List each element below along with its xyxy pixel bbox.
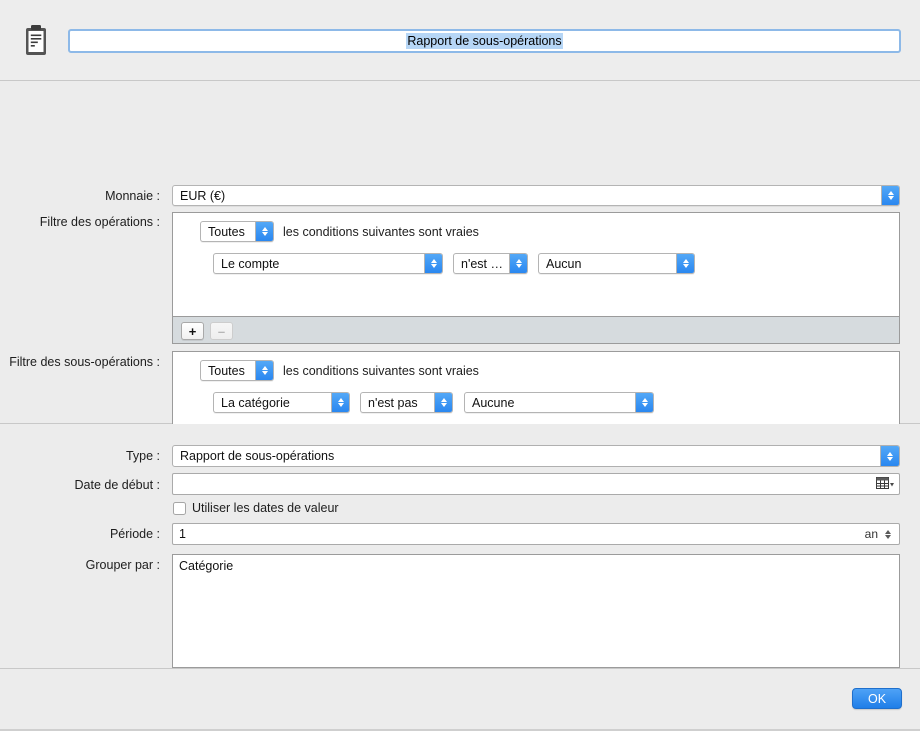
operations-condition-operator-value: n'est pas	[461, 256, 509, 271]
operations-match-value: Toutes	[208, 224, 245, 239]
group-by-listbox[interactable]: Catégorie	[172, 554, 900, 668]
filters-section: Monnaie : EUR (€) Filtre des opérations …	[0, 81, 920, 483]
chevron-updown-icon[interactable]	[509, 254, 527, 273]
chevron-updown-icon[interactable]	[676, 254, 694, 273]
suboperations-condition1-operator-value: n'est pas	[368, 395, 418, 410]
dialog-footer: OK	[0, 669, 920, 731]
suboperations-match-suffix: les conditions suivantes sont vraies	[283, 364, 479, 378]
chevron-updown-icon[interactable]	[881, 186, 899, 205]
period-value: 1	[179, 527, 186, 541]
type-value: Rapport de sous-opérations	[180, 449, 335, 463]
operations-filter-panel: Toutes les conditions suivantes sont vra…	[172, 212, 900, 344]
suboperations-condition1-field-popup[interactable]: La catégorie	[213, 392, 350, 413]
chevron-updown-icon[interactable]	[434, 393, 452, 412]
type-popup[interactable]: Rapport de sous-opérations	[172, 445, 900, 467]
suboperations-condition1-value-popup[interactable]: Aucune	[464, 392, 654, 413]
use-value-dates-checkbox[interactable]	[173, 501, 186, 515]
list-item[interactable]: Catégorie	[173, 555, 899, 573]
report-clipboard-icon	[26, 25, 46, 55]
chevron-updown-icon[interactable]	[424, 254, 442, 273]
suboperations-filter-label: Filtre des sous-opérations :	[9, 355, 160, 369]
operations-condition-field-popup[interactable]: Le compte	[213, 253, 443, 274]
currency-label: Monnaie :	[105, 189, 160, 203]
ok-button[interactable]: OK	[852, 688, 902, 709]
operations-filter-label: Filtre des opérations :	[39, 215, 160, 229]
operations-match-popup[interactable]: Toutes	[200, 221, 274, 242]
operations-condition-value: Aucun	[546, 256, 582, 271]
chevron-updown-icon[interactable]	[635, 393, 653, 412]
period-label: Période :	[109, 527, 160, 541]
operations-condition-value-popup[interactable]: Aucun	[538, 253, 695, 274]
operations-match-suffix: les conditions suivantes sont vraies	[283, 225, 479, 239]
operations-filter-footer: + –	[173, 316, 899, 343]
period-unit: an	[864, 527, 878, 541]
suboperations-match-value: Toutes	[208, 363, 245, 378]
report-title-input[interactable]: Rapport de sous-opérations	[68, 29, 901, 53]
suboperations-condition1-value: Aucune	[472, 395, 515, 410]
chevron-updown-icon[interactable]	[331, 393, 349, 412]
currency-value: EUR (€)	[180, 188, 226, 203]
currency-popup[interactable]: EUR (€)	[172, 185, 900, 206]
type-label: Type :	[125, 449, 160, 463]
chevron-updown-icon[interactable]	[255, 361, 273, 380]
start-date-input[interactable]	[172, 473, 900, 495]
group-by-label: Grouper par :	[85, 558, 160, 572]
suboperations-match-popup[interactable]: Toutes	[200, 360, 274, 381]
start-date-label: Date de début :	[74, 478, 160, 492]
operations-condition-field-value: Le compte	[221, 256, 280, 271]
operations-add-condition-button[interactable]: +	[181, 322, 204, 340]
title-bar: Rapport de sous-opérations	[0, 0, 920, 81]
chevron-updown-icon[interactable]	[880, 446, 899, 466]
suboperations-condition1-operator-popup[interactable]: n'est pas	[360, 392, 453, 413]
calendar-icon[interactable]	[876, 477, 894, 491]
period-stepper-icon[interactable]	[882, 526, 893, 542]
options-section: Type : Rapport de sous-opérations Date d…	[0, 424, 920, 669]
report-title-text: Rapport de sous-opérations	[406, 33, 563, 49]
chevron-updown-icon[interactable]	[255, 222, 273, 241]
use-value-dates-row[interactable]: Utiliser les dates de valeur	[173, 501, 339, 515]
operations-remove-condition-button[interactable]: –	[210, 322, 233, 340]
operations-condition-operator-popup[interactable]: n'est pas	[453, 253, 528, 274]
period-input[interactable]: 1 an	[172, 523, 900, 545]
use-value-dates-label: Utiliser les dates de valeur	[192, 501, 339, 515]
suboperations-condition1-field-value: La catégorie	[221, 395, 290, 410]
